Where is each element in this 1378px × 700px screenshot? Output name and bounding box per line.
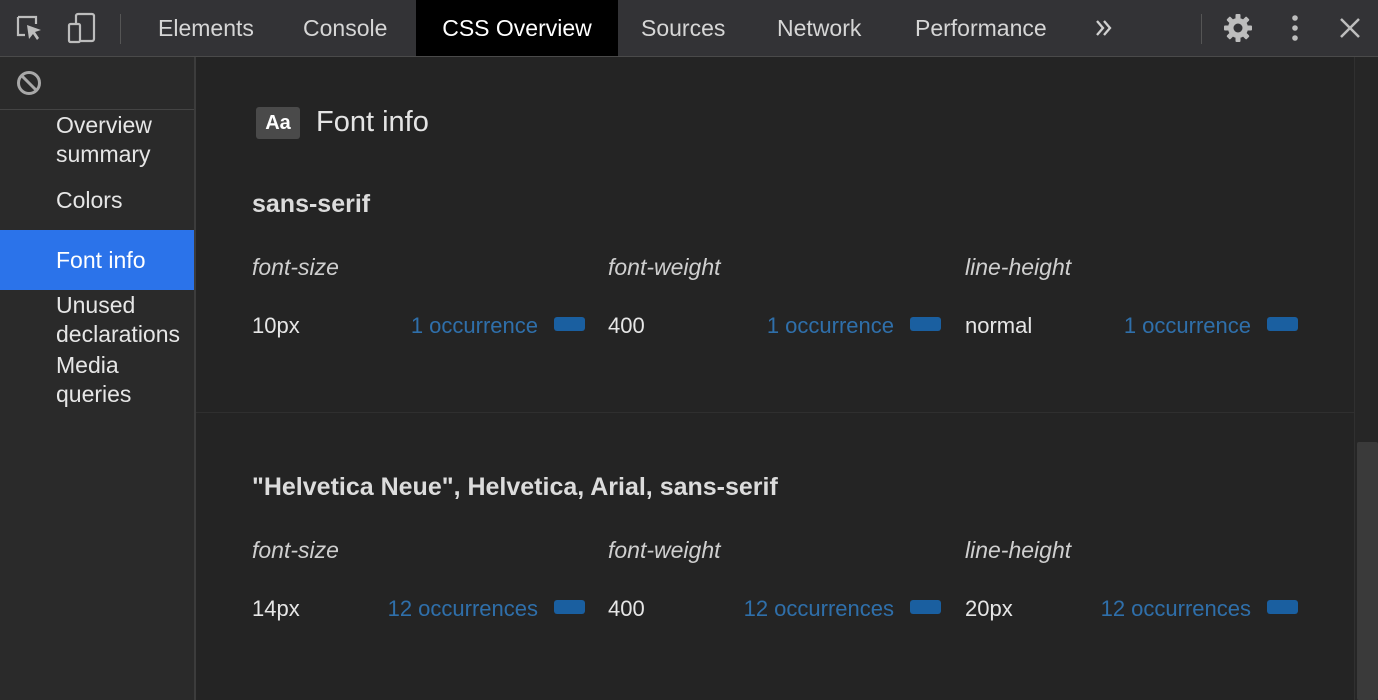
group-divider: [196, 412, 1354, 413]
property-value: 10px: [252, 313, 300, 338]
occurrence-link[interactable]: 12 occurrences: [1041, 596, 1251, 622]
occurrence-link[interactable]: 1 occurrence: [328, 313, 538, 339]
font-info-panel: Aa Font info sans-serif font-size font-w…: [196, 57, 1354, 700]
tab-console[interactable]: Console: [303, 0, 387, 56]
close-icon[interactable]: [1334, 12, 1366, 44]
font-family-heading: "Helvetica Neue", Helvetica, Arial, sans…: [252, 473, 778, 501]
inspect-element-icon[interactable]: [13, 12, 45, 44]
clear-icon[interactable]: [15, 69, 43, 97]
tab-sources[interactable]: Sources: [641, 0, 725, 56]
css-overview-sidebar: Overview summary Colors Font info Unused…: [0, 57, 196, 700]
sidebar-item-unused-declarations[interactable]: Unused declarations: [0, 291, 194, 351]
property-value: 400: [608, 596, 645, 621]
sidebar-item-overview-summary[interactable]: Overview summary: [0, 111, 194, 171]
vertical-scrollbar[interactable]: [1354, 57, 1378, 700]
more-options-icon[interactable]: [1279, 12, 1311, 44]
device-toggle-icon[interactable]: [66, 12, 98, 44]
property-value: 400: [608, 313, 645, 338]
occurrence-bar: [554, 317, 585, 331]
occurrence-bar: [554, 600, 585, 614]
tab-elements[interactable]: Elements: [158, 0, 254, 56]
sidebar-toolbar: [0, 57, 194, 110]
property-value: 20px: [965, 596, 1013, 621]
occurrence-link[interactable]: 1 occurrence: [684, 313, 894, 339]
tab-performance[interactable]: Performance: [915, 0, 1047, 56]
property-label: font-size: [252, 537, 339, 563]
property-value: normal: [965, 313, 1033, 338]
sidebar-item-colors[interactable]: Colors: [0, 186, 194, 216]
toolbar-divider: [120, 14, 121, 44]
font-info-icon: Aa: [256, 107, 300, 139]
tab-css-overview[interactable]: CSS Overview: [416, 0, 618, 56]
section-title: Font info: [316, 106, 429, 138]
scrollbar-thumb[interactable]: [1357, 442, 1378, 700]
occurrence-bar: [1267, 317, 1298, 331]
more-tabs-icon[interactable]: [1088, 12, 1120, 44]
property-label: font-weight: [608, 537, 721, 563]
occurrence-bar: [910, 317, 941, 331]
sidebar-item-font-info[interactable]: Font info: [0, 230, 194, 290]
occurrence-link[interactable]: 12 occurrences: [328, 596, 538, 622]
font-family-heading: sans-serif: [252, 190, 371, 218]
occurrence-link[interactable]: 1 occurrence: [1041, 313, 1251, 339]
devtools-toolbar: Elements Console CSS Overview Sources Ne…: [0, 0, 1378, 57]
sidebar-item-media-queries[interactable]: Media queries: [0, 351, 194, 411]
property-label: line-height: [965, 254, 1072, 280]
settings-icon[interactable]: [1222, 12, 1254, 44]
property-value: 14px: [252, 596, 300, 621]
toolbar-divider: [1201, 14, 1202, 44]
occurrence-bar: [1267, 600, 1298, 614]
property-label: font-weight: [608, 254, 721, 280]
tab-network[interactable]: Network: [777, 0, 861, 56]
property-label: line-height: [965, 537, 1072, 563]
occurrence-link[interactable]: 12 occurrences: [684, 596, 894, 622]
property-label: font-size: [252, 254, 339, 280]
occurrence-bar: [910, 600, 941, 614]
